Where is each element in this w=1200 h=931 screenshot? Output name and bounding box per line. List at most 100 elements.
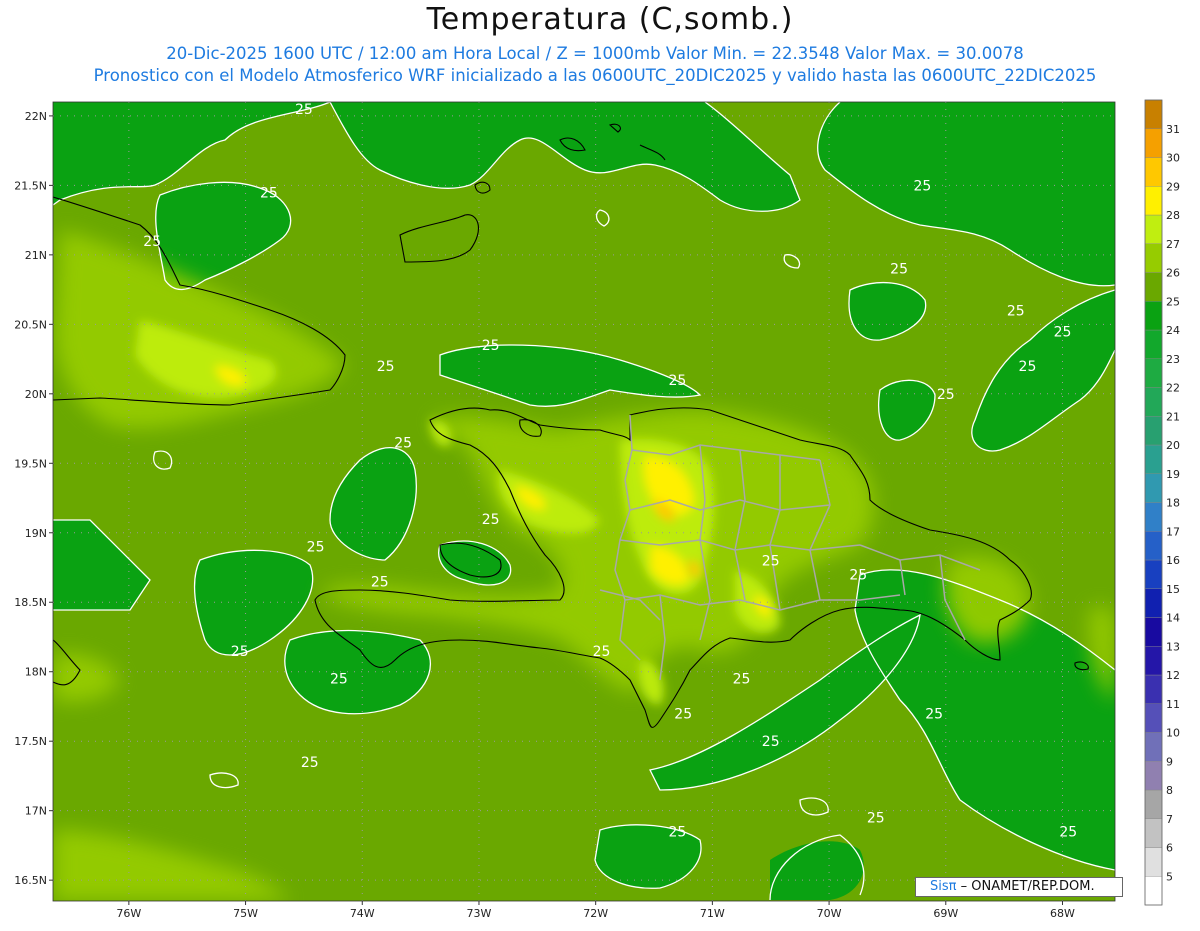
- credit-text: – ONAMET/REP.DOM.: [960, 879, 1095, 894]
- contour-label-19: 25: [762, 554, 780, 570]
- colorbar-band-21: [1144, 272, 1163, 302]
- colorbar-label-4: 9: [1166, 755, 1173, 768]
- contour-label-3: 25: [482, 338, 500, 354]
- contour-label-9: 25: [1019, 359, 1037, 375]
- lon-label-6: 70W: [817, 907, 842, 920]
- colorbar-band-4: [1144, 761, 1163, 791]
- lat-label-4: 20N: [25, 388, 47, 401]
- colorbar-band-17: [1144, 387, 1163, 417]
- lat-label-11: 16.5N: [14, 874, 47, 887]
- colorbar-label-24: 29: [1166, 180, 1180, 193]
- colorbar-label-7: 12: [1166, 669, 1180, 682]
- contour-label-12: 25: [394, 435, 412, 451]
- lon-label-1: 75W: [233, 907, 258, 920]
- contour-label-21: 25: [733, 672, 751, 688]
- lat-label-7: 18.5N: [14, 596, 47, 609]
- lat-label-3: 20.5N: [14, 318, 47, 331]
- colorbar-band-3: [1144, 789, 1163, 819]
- colorbar-band-15: [1144, 444, 1163, 474]
- contour-label-25: 25: [301, 755, 319, 771]
- colorbar-band-18: [1144, 358, 1163, 388]
- colorbar-band-12: [1144, 531, 1163, 561]
- contour-label-18: 25: [593, 644, 611, 660]
- colorbar-band-10: [1144, 588, 1163, 618]
- colorbar-band-20: [1144, 301, 1163, 331]
- contour-label-14: 25: [307, 540, 325, 556]
- colorbar-label-19: 24: [1166, 324, 1180, 337]
- colorbar-band-13: [1144, 502, 1163, 532]
- contour-label-17: 25: [330, 672, 348, 688]
- contour-label-10: 25: [937, 387, 955, 403]
- contour-label-11: 25: [914, 178, 932, 194]
- colorbar-label-25: 30: [1166, 152, 1180, 165]
- lon-label-5: 71W: [700, 907, 725, 920]
- lon-label-4: 72W: [583, 907, 608, 920]
- contour-label-27: 25: [668, 825, 686, 841]
- colorbar-label-12: 17: [1166, 525, 1180, 538]
- contour-label-28: 25: [1059, 825, 1077, 841]
- lon-label-8: 68W: [1050, 907, 1075, 920]
- lon-label-0: 76W: [116, 907, 141, 920]
- colorbar-band-25: [1144, 157, 1163, 187]
- colorbar-band-0: [1144, 876, 1163, 906]
- colorbar-label-10: 15: [1166, 583, 1180, 596]
- contour-label-4: 25: [377, 359, 395, 375]
- colorbar-band-16: [1144, 416, 1163, 446]
- contour-label-0: 25: [295, 102, 313, 118]
- colorbar-label-5: 10: [1166, 727, 1180, 740]
- lon-label-3: 73W: [467, 907, 492, 920]
- colorbar-band-7: [1144, 674, 1163, 704]
- colorbar-label-1: 6: [1166, 842, 1173, 855]
- contour-label-13: 25: [482, 512, 500, 528]
- colorbar-label-17: 22: [1166, 382, 1180, 395]
- contour-label-7: 25: [1007, 303, 1025, 319]
- contour-label-24: 25: [925, 706, 943, 722]
- colorbar-band-8: [1144, 646, 1163, 676]
- colorbar-band-9: [1144, 617, 1163, 647]
- lon-label-2: 74W: [350, 907, 375, 920]
- contour-label-15: 25: [371, 574, 389, 590]
- sispi-logo: Sisπ: [930, 879, 957, 894]
- colorbar-band-22: [1144, 243, 1163, 273]
- colorbar-band-19: [1144, 329, 1163, 359]
- field-layer: [53, 102, 1115, 901]
- colorbar-label-8: 13: [1166, 640, 1180, 653]
- lat-label-1: 21.5N: [14, 179, 47, 192]
- colorbar-label-0: 5: [1166, 870, 1173, 883]
- colorbar-band-14: [1144, 473, 1163, 503]
- colorbar-label-9: 14: [1166, 612, 1180, 625]
- lat-label-5: 19.5N: [14, 457, 47, 470]
- colorbar-label-6: 11: [1166, 698, 1180, 711]
- colorbar-band-23: [1144, 214, 1163, 244]
- colorbar-label-21: 26: [1166, 267, 1180, 280]
- colorbar-band-1: [1144, 847, 1163, 877]
- colorbar-label-26: 31: [1166, 123, 1180, 136]
- colorbar-label-18: 23: [1166, 353, 1180, 366]
- colorbar: 5 6 7 8 9 10 11 12 13 14 15 16 17 18 19 20 21 22 23 24 25 26 2…: [1144, 99, 1180, 906]
- lat-label-2: 21N: [25, 249, 47, 262]
- colorbar-band-6: [1144, 703, 1163, 733]
- lat-label-6: 19N: [25, 527, 47, 540]
- colorbar-band-11: [1144, 559, 1163, 589]
- contour-label-8: 25: [1054, 324, 1072, 340]
- colorbar-label-13: 18: [1166, 497, 1180, 510]
- contour-label-2: 25: [143, 234, 161, 250]
- map-area: 25 25 25 25 25 25 25 25 25 25 25 25 25 25 25 25 25 25 25 25…: [0, 0, 1200, 931]
- contour-label-23: 25: [762, 734, 780, 750]
- contour-label-26: 25: [867, 811, 885, 827]
- colorbar-label-14: 19: [1166, 468, 1180, 481]
- colorbar-label-3: 8: [1166, 784, 1173, 797]
- lon-label-7: 69W: [933, 907, 958, 920]
- colorbar-band-24: [1144, 186, 1163, 216]
- contour-label-1: 25: [260, 185, 278, 201]
- lat-label-9: 17.5N: [14, 735, 47, 748]
- contour-label-20: 25: [849, 567, 867, 583]
- colorbar-label-23: 28: [1166, 209, 1180, 222]
- contour-label-5: 25: [668, 373, 686, 389]
- colorbar-band-26: [1144, 128, 1163, 158]
- contour-label-16: 25: [231, 644, 249, 660]
- colorbar-band-2: [1144, 818, 1163, 848]
- temperature-map: 25 25 25 25 25 25 25 25 25 25 25 25 25 25 25 25 25 25 25 25…: [14, 99, 1180, 920]
- colorbar-label-11: 16: [1166, 554, 1180, 567]
- credit-box: Sisπ – ONAMET/REP.DOM.: [915, 877, 1123, 897]
